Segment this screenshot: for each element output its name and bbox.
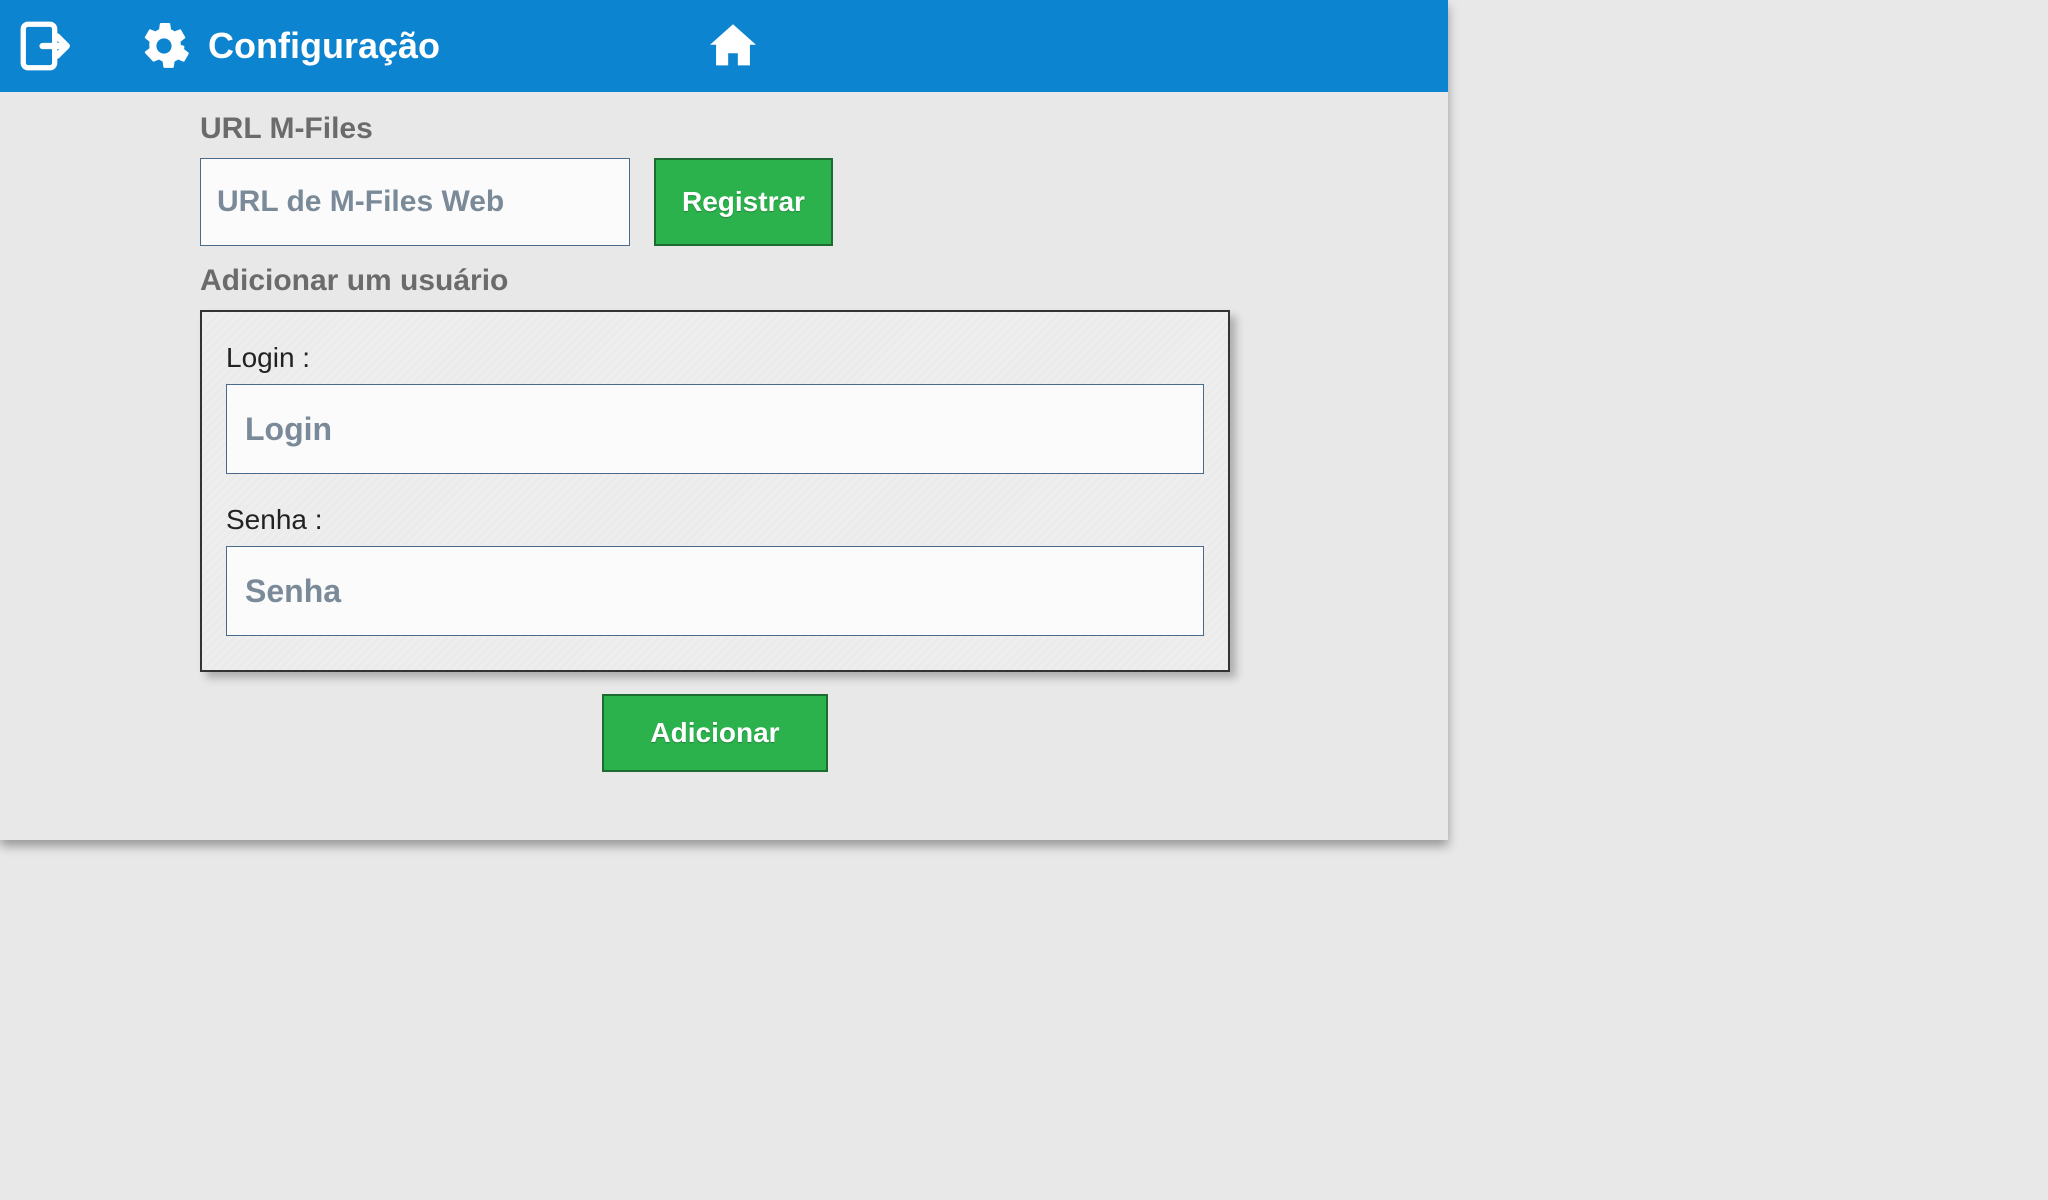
password-input[interactable]	[226, 546, 1204, 636]
page-title: Configuração	[208, 25, 440, 67]
add-user-form: Login : Senha :	[200, 310, 1230, 672]
register-button[interactable]: Registrar	[654, 158, 833, 246]
home-icon[interactable]	[704, 17, 762, 75]
url-row: Registrar	[200, 158, 1448, 246]
gear-icon[interactable]	[138, 20, 190, 72]
password-label: Senha :	[226, 504, 1204, 536]
url-section-label: URL M-Files	[200, 112, 1448, 146]
login-input[interactable]	[226, 384, 1204, 474]
app-header: Configuração	[0, 0, 1448, 92]
login-label: Login :	[226, 342, 1204, 374]
add-button[interactable]: Adicionar	[602, 694, 828, 772]
logout-icon[interactable]	[16, 17, 74, 75]
main-content: URL M-Files Registrar Adicionar um usuár…	[0, 92, 1448, 772]
url-input[interactable]	[200, 158, 630, 246]
add-button-row: Adicionar	[200, 694, 1230, 772]
add-user-section-label: Adicionar um usuário	[200, 264, 1448, 298]
